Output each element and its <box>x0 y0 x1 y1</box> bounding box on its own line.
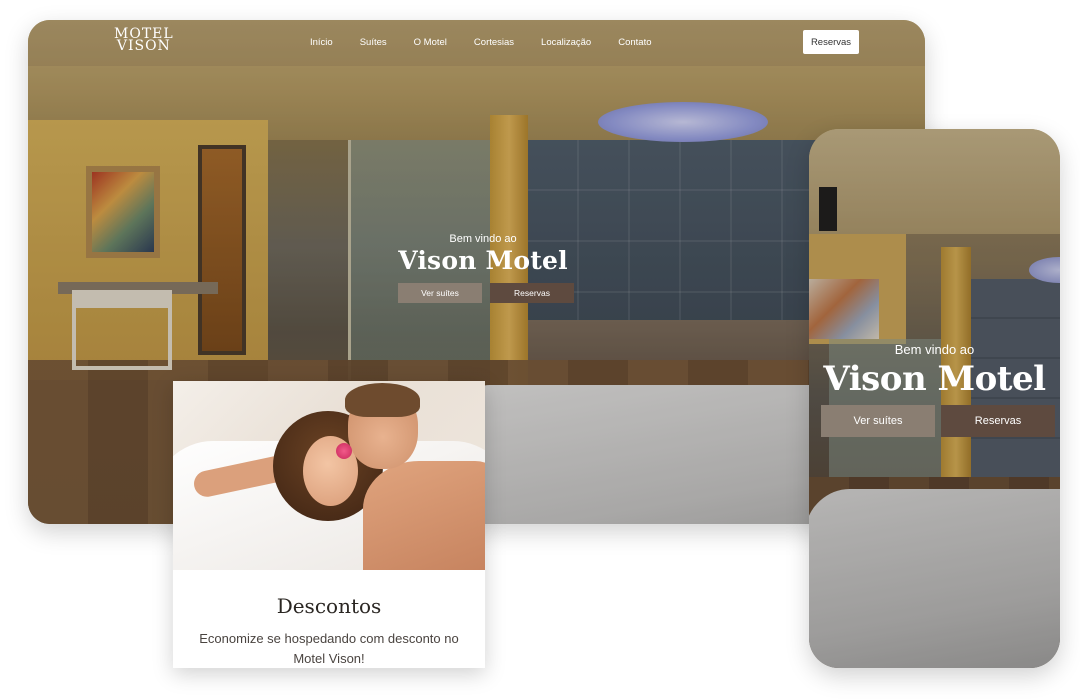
discount-card: Descontos Economize se hospedando com de… <box>173 381 485 668</box>
mobile-hero-heading: Bem vindo ao Vison Motel <box>809 342 1060 399</box>
mobile-view-suites-button[interactable]: Ver suítes <box>821 405 935 437</box>
hero-subtitle: Bem vindo ao <box>449 233 517 245</box>
mobile-hero-subtitle: Bem vindo ao <box>894 342 975 357</box>
site-logo[interactable]: MOTEL VISON <box>114 27 174 54</box>
hero-heading: Bem vindo ao Vison Motel <box>358 233 608 275</box>
hero-buttons: Ver suítes Reservas <box>398 283 574 303</box>
mobile-reservations-button[interactable]: Reservas <box>941 405 1055 437</box>
mobile-hero-buttons: Ver suítes Reservas <box>821 405 1055 437</box>
nav-link-suites[interactable]: Suítes <box>360 37 387 48</box>
couple-photo <box>173 381 485 570</box>
logo-line-2: VISON <box>116 38 171 54</box>
mobile-hero-title: Vison Motel <box>823 359 1046 399</box>
nav-link-o-motel[interactable]: O Motel <box>414 37 447 48</box>
hero-title: Vison Motel <box>398 246 568 275</box>
nav-reserve-button[interactable]: Reservas <box>803 30 859 54</box>
card-description: Economize se hospedando com desconto no … <box>199 631 459 666</box>
nav-link-cortesias[interactable]: Cortesias <box>474 37 514 48</box>
view-suites-button[interactable]: Ver suítes <box>398 283 482 303</box>
card-title: Descontos <box>276 594 382 618</box>
nav-link-localizacao[interactable]: Localização <box>541 37 591 48</box>
reservations-button[interactable]: Reservas <box>490 283 574 303</box>
mobile-mockup: Bem vindo ao Vison Motel Ver suítes Rese… <box>809 129 1060 668</box>
top-navbar: MOTEL VISON Início Suítes O Motel Cortes… <box>28 20 925 66</box>
nav-link-contato[interactable]: Contato <box>618 37 651 48</box>
nav-menu: Início Suítes O Motel Cortesias Localiza… <box>310 37 652 48</box>
nav-link-inicio[interactable]: Início <box>310 37 333 48</box>
